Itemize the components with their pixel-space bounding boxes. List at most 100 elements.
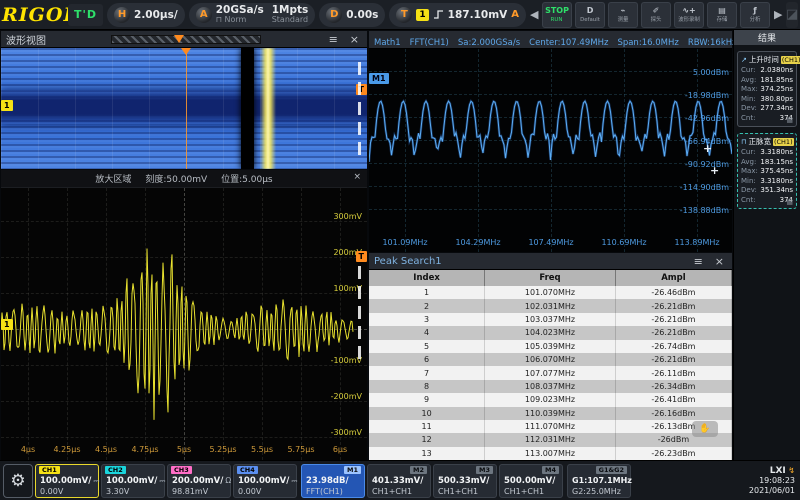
default-button[interactable]: DDefault [575, 2, 605, 28]
a-knob-icon[interactable]: A [196, 7, 212, 23]
acquisition-chip[interactable]: A 20GSa/s 1Mpts ⊓ Norm Standard [189, 3, 316, 27]
table-cell: -26.41dBm [616, 393, 732, 406]
channel-scale: 100.00mV/⎓ [106, 476, 165, 486]
table-row: 13113.007MHz-26.23dBm [369, 447, 732, 460]
blank-segment [241, 48, 254, 169]
trigger-position-marker[interactable] [174, 35, 184, 43]
utility-button[interactable]: ◪ [786, 2, 798, 28]
measurement-stat-row: Dev:351.34ns [741, 186, 793, 196]
measurement-stat-row: Avg:183.15ns [741, 158, 793, 168]
settings-gear-icon[interactable]: ⚙ [3, 464, 33, 498]
measurement-card-header: ⊓正脉宽(CH1) [741, 136, 793, 147]
measurement-card[interactable]: ⊓正脉宽(CH1)Cur:3.3180nsAvg:183.15nsMax:375… [737, 133, 797, 209]
channel-box-ch4[interactable]: CH4100.00mV/⎓0.00V [233, 464, 297, 498]
stop-run-button[interactable]: STOPRUN [542, 2, 572, 28]
close-icon[interactable]: × [347, 34, 362, 45]
math-box-m4[interactable]: M4500.00mV/CH1+CH1 [499, 464, 563, 498]
table-cell: 4 [369, 326, 485, 339]
stop-run-button-label: RUN [551, 15, 563, 23]
measurement-card[interactable]: ↗上升时间(CH1)Cur:2.0380nsAvg:181.85nsMax:37… [737, 51, 797, 127]
table-row: 12112.031MHz-26dBm [369, 433, 732, 446]
table-cell: 3 [369, 313, 485, 326]
close-icon[interactable]: × [350, 172, 364, 183]
table-cell: -26.21dBm [616, 299, 732, 312]
peak-table-body: 1101.070MHz-26.46dBm2102.031MHz-26.21dBm… [369, 286, 732, 460]
statistics-icon: ▦ [786, 116, 793, 124]
channel-tag: CH1 [39, 466, 60, 474]
coupling-icon: ⎓ [159, 476, 165, 485]
delay-chip[interactable]: D 0.00s [319, 3, 385, 27]
memory-mode: Standard [272, 15, 309, 25]
sample-rate: 20GSa/s [216, 5, 264, 15]
waveform-view-plot[interactable]: 1 T [1, 48, 367, 169]
table-cell: 13 [369, 447, 485, 460]
stat-label: Min: [741, 177, 756, 187]
math-box-m3[interactable]: M3500.33mV/CH1+CH1 [433, 464, 497, 498]
h-scale-value: 2.00μs/ [134, 9, 178, 21]
default-button-icon: D [587, 6, 594, 15]
table-cell: 111.070MHz [485, 420, 616, 433]
stat-label: Max: [741, 85, 758, 95]
table-cell: 2 [369, 299, 485, 312]
measure-button[interactable]: ⌁测量 [608, 2, 638, 28]
lxi-label: LXI [770, 466, 786, 476]
measurement-stat-row: Cnt:374 [741, 114, 793, 124]
channel-box-ch3[interactable]: CH3200.00mV/Ω98.81mV [167, 464, 231, 498]
channel-box-ch1[interactable]: CH1100.00mV/⎓0.00V [35, 464, 99, 498]
measure-button-icon: ⌁ [621, 6, 626, 15]
close-icon[interactable]: × [712, 256, 727, 267]
menu-icon[interactable]: ≡ [326, 34, 341, 45]
math1-marker[interactable]: M1 [369, 73, 389, 84]
table-cell: 102.031MHz [485, 299, 616, 312]
horizontal-scale-chip[interactable]: H 2.00μs/ [107, 3, 185, 27]
h-knob-icon[interactable]: H [114, 7, 130, 23]
math-box-m2[interactable]: M2401.33mV/CH1+CH1 [367, 464, 431, 498]
d-knob-icon[interactable]: D [326, 7, 342, 23]
storage-button[interactable]: ▤存储 [707, 2, 737, 28]
measurement-stat-row: Cur:2.0380ns [741, 66, 793, 76]
stat-label: Cnt: [741, 196, 755, 206]
probe-button-icon: ✐ [653, 6, 660, 15]
table-cell: 109.023MHz [485, 393, 616, 406]
rising-edge-icon [433, 9, 444, 20]
toolbar-scroll-left-icon[interactable]: ◀ [530, 8, 538, 21]
table-cell: 108.037MHz [485, 380, 616, 393]
peak-search-title: Peak Search1 [374, 256, 442, 267]
cursor-a-icon[interactable]: + [703, 145, 712, 153]
menu-icon[interactable]: ≡ [691, 256, 706, 267]
waveform-view-panel: 波形视图 ≡ × 1 T [0, 30, 368, 169]
toolbar-scroll-right-icon[interactable]: ▶ [774, 8, 782, 21]
t-knob-icon[interactable]: T [396, 7, 412, 23]
table-cell: -26.23dBm [616, 447, 732, 460]
zoom-plot[interactable]: 1 T 300mV200mV100mV-100mV-200mV-300mV4μs… [1, 188, 367, 460]
record-button[interactable]: ∿+波形录制 [674, 2, 704, 28]
trigger-level-marker[interactable]: T [356, 251, 367, 262]
peak-table-column-header: Index [369, 270, 485, 286]
stat-value: 3.3180ns [760, 148, 793, 158]
stat-label: Avg: [741, 158, 756, 168]
channel-offset: 3.30V [106, 487, 129, 496]
fft-setting: Span:16.0MHz [617, 38, 678, 48]
generator-box[interactable]: G1&G2G1:107.1MHzG2:25.0MHz [567, 464, 631, 498]
fft-plot[interactable]: M1 + + 5.00dBm-18.98dBm-42.96dBm-66.94dB… [369, 49, 732, 252]
table-row: 9109.023MHz-26.41dBm [369, 393, 732, 406]
timebase-overview-ribbon[interactable] [111, 35, 261, 44]
zoom-position: 位置:5.00μs [221, 172, 273, 185]
probe-button[interactable]: ✐探头 [641, 2, 671, 28]
channel-scale: 200.00mV/Ω [172, 476, 231, 486]
scroll-indicator[interactable] [358, 266, 361, 359]
scroll-indicator[interactable] [358, 62, 361, 155]
table-cell: 7 [369, 366, 485, 379]
top-toolbar: RIGOL T'D H 2.00μs/ A 20GSa/s 1Mpts ⊓ No… [0, 0, 800, 30]
cursor-b-icon[interactable]: + [710, 167, 719, 175]
trigger-chip[interactable]: T 1 187.10mV A [389, 3, 526, 27]
trigger-position-arrow[interactable] [181, 48, 191, 55]
channel1-marker[interactable]: 1 [1, 100, 13, 111]
channel-box-ch2[interactable]: CH2100.00mV/⎓3.30V [101, 464, 165, 498]
analyse-button[interactable]: ƒ分析 [740, 2, 770, 28]
fft-trace [369, 49, 732, 252]
measurement-title: 上升时间 [749, 54, 779, 65]
math-box-m1[interactable]: M123.98dB/FFT(CH1) [301, 464, 365, 498]
channel1-marker[interactable]: 1 [1, 319, 13, 330]
measurement-stat-row: Cur:3.3180ns [741, 148, 793, 158]
